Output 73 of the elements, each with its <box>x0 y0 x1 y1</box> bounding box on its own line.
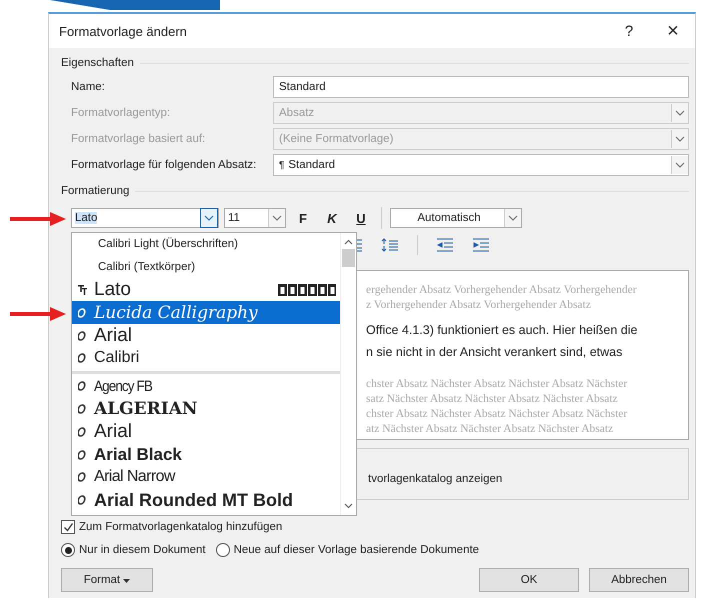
sample-text: ergehender Absatz Vorhergehender Absatz Vorhergehender <box>366 283 638 298</box>
style-button[interactable]: U <box>349 210 373 226</box>
field-label: Name: <box>71 81 106 93</box>
font-list-item[interactable]: Lato <box>94 278 271 301</box>
description-text: tvorlagenkatalog anzeigen <box>368 473 502 485</box>
radio-label: Nur in diesem Dokument <box>79 544 206 556</box>
radio-button[interactable] <box>61 543 75 557</box>
checkbox[interactable] <box>61 520 75 534</box>
preview-text: n sie nicht in der Ansicht verankert sind, etwas <box>366 344 624 361</box>
sample-text: chster Absatz Nächster Absatz Nächster Absatz Nächster <box>366 407 628 422</box>
dropdown-field[interactable]: ¶ Standard <box>273 154 689 176</box>
font-list-item[interactable]: Arial Black <box>94 444 336 465</box>
font-list-item[interactable]: Calibri <box>94 349 336 368</box>
scroll-down-icon[interactable] <box>344 503 353 509</box>
font-list-item[interactable]: Arial Rounded MT Bold <box>94 490 336 511</box>
name-field[interactable]: Standard <box>273 76 689 98</box>
opentype-icon <box>78 426 87 437</box>
font-list-item[interactable]: Arial <box>94 324 336 347</box>
size-combo[interactable]: 11 <box>224 208 286 228</box>
font-list-item[interactable]: Calibri Light (Überschriften) <box>72 233 340 256</box>
checkmark-icon <box>62 522 74 532</box>
chevron-down-icon <box>675 110 685 116</box>
opentype-icon <box>78 330 87 341</box>
scroll-up-icon[interactable] <box>344 239 353 245</box>
color-combo[interactable]: Automatisch <box>390 208 522 228</box>
opentype-icon <box>78 404 87 414</box>
field-label: Formatvorlage basiert auf: <box>71 133 206 145</box>
window-title: Formatvorlage ändern <box>59 24 188 38</box>
style-button[interactable]: K <box>320 210 344 226</box>
opentype-icon <box>78 495 87 506</box>
opentype-icon <box>78 450 87 460</box>
arrow-icon <box>10 212 66 226</box>
font-list-item[interactable]: Agency FB <box>94 378 312 395</box>
opentype-icon <box>78 472 87 482</box>
font-combo[interactable]: Lato <box>71 208 219 228</box>
opentype-icon <box>78 381 87 392</box>
decrease-indent-icon[interactable] <box>436 238 454 252</box>
style-button[interactable]: F <box>291 210 315 226</box>
paragraph-spacing-icon[interactable] <box>381 238 399 252</box>
font-list-item[interactable]: Arial <box>94 420 336 443</box>
chevron-down-icon <box>675 136 685 142</box>
opentype-icon <box>78 353 87 364</box>
truetype-icon <box>78 284 87 295</box>
font-list-item[interactable]: ALGERIAN <box>94 398 336 419</box>
sample-text: chster Absatz Nächster Absatz Nächster Absatz Nächster <box>366 377 628 392</box>
preview-text: Office 4.1.3) funktioniert es auch. Hier heißen die <box>366 322 638 339</box>
radio-label: Neue auf dieser Vorlage basierende Dokumente <box>234 544 480 556</box>
chevron-down-icon <box>508 215 518 221</box>
sample-text: atz Nächster Absatz Nächster Absatz Nächster Absatz <box>366 422 614 437</box>
caret-icon <box>123 579 130 583</box>
checkbox-label: Zum Formatvorlagenkatalog hinzufügen <box>79 521 282 533</box>
chevron-down-icon <box>204 215 214 221</box>
font-list-item[interactable]: Arial Narrow <box>94 468 336 486</box>
dialog-button[interactable]: Abbrechen <box>589 568 689 592</box>
field-label: Formatvorlage für folgenden Absatz: <box>71 159 258 171</box>
radio-button[interactable] <box>216 543 230 557</box>
increase-indent-icon[interactable] <box>472 238 490 252</box>
sample-text: z Vorhergehender Absatz Vorhergehender Absatz <box>366 298 592 313</box>
arrow-icon <box>10 307 66 321</box>
field-label: Formatvorlagentyp: <box>71 107 172 119</box>
section-heading: Eigenschaften <box>61 57 134 69</box>
format-menu-button[interactable]: Format <box>61 568 153 592</box>
sample-text: satz Nächster Absatz Nächster Absatz Nächster Absatz <box>366 392 619 407</box>
chevron-down-icon <box>675 162 685 168</box>
dialog-button[interactable]: OK <box>479 568 579 592</box>
opentype-icon <box>78 308 87 318</box>
scrollbar[interactable] <box>340 233 356 515</box>
font-list-item[interactable]: Calibri (Textkörper) <box>72 256 340 279</box>
close-button[interactable]: × <box>651 20 695 42</box>
scrollbar-thumb[interactable] <box>342 249 355 267</box>
chevron-down-icon <box>272 215 282 221</box>
section-heading: Formatierung <box>61 185 130 197</box>
help-button[interactable]: ? <box>607 22 651 40</box>
